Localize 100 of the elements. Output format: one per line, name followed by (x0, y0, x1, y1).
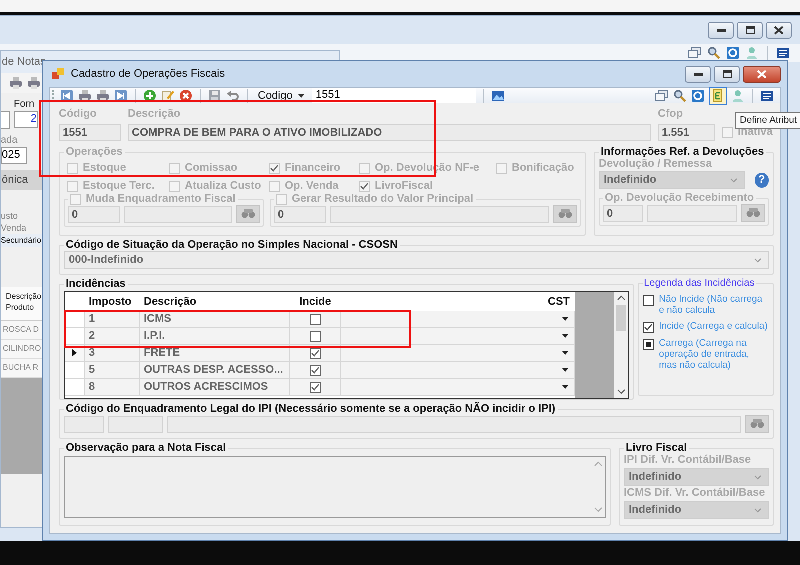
legend-text: Incide (Carrega e calcula) (659, 321, 768, 332)
table-cell: CILINDRO (1, 340, 42, 359)
skip-forward-icon[interactable] (114, 88, 128, 102)
text-field[interactable]: 2 (14, 111, 38, 128)
chevron-icon (754, 508, 762, 512)
row-header-cell[interactable] (65, 328, 85, 344)
checkbox[interactable] (310, 364, 320, 376)
tab[interactable]: ônica (1, 170, 42, 190)
text-field[interactable] (647, 204, 737, 222)
maximize-button[interactable] (737, 22, 763, 38)
field-label: ICMS Dif. Vr. Contábil/Base (624, 487, 766, 500)
column-header[interactable]: Imposto (85, 292, 140, 311)
printer-icon[interactable] (9, 76, 23, 90)
text-field[interactable]: 025 (1, 147, 27, 164)
checkbox-label: Op. Venda (285, 180, 339, 192)
delete-icon[interactable] (179, 88, 193, 102)
search-icon[interactable] (673, 88, 687, 102)
chevron-icon (754, 474, 762, 480)
row-header-cell[interactable] (65, 362, 85, 378)
text-field[interactable]: 0 (603, 204, 643, 222)
help-button[interactable]: ? (754, 172, 769, 188)
text-field[interactable] (108, 416, 163, 432)
window-title: Cadastro de Operações Fiscais (71, 68, 226, 80)
text-field[interactable] (64, 416, 104, 432)
group-title: Código de Situação da Operação no Simples Nacional - CSOSN (65, 239, 399, 251)
save-icon[interactable] (208, 88, 222, 102)
field-label: Código (59, 108, 98, 120)
close-button[interactable] (766, 22, 792, 38)
group-title: Incidências (65, 278, 127, 290)
group-title: Livro Fiscal (625, 442, 688, 454)
dropdown[interactable]: Indefinido (624, 501, 769, 519)
search-icon[interactable] (707, 46, 721, 60)
target-icon[interactable] (726, 46, 740, 60)
skip-back-icon[interactable] (60, 88, 74, 102)
search-field[interactable]: 1551 (312, 88, 476, 103)
lookup-button[interactable] (745, 415, 769, 433)
column-header[interactable]: CST (341, 292, 575, 311)
target-icon[interactable] (691, 88, 705, 102)
table-cell: 8 (85, 379, 140, 395)
checkbox[interactable] (310, 314, 320, 324)
checkbox-label: Muda Enquadramento Fiscal (86, 193, 236, 205)
table-cell: OUTROS ACRESCIMOS (140, 379, 290, 395)
menu-icon[interactable] (760, 88, 774, 102)
text-field[interactable]: COMPRA DE BEM PARA O ATIVO IMOBILIZADO (128, 124, 651, 140)
search-by-dropdown[interactable]: Codigo (255, 90, 308, 102)
maximize-button[interactable] (714, 66, 740, 82)
dropdown[interactable]: Indefinido (624, 468, 769, 486)
checkbox-label: Financeiro (285, 162, 341, 174)
windows-icon[interactable] (688, 46, 702, 60)
caret-icon (562, 334, 569, 338)
caret-icon (562, 385, 569, 389)
minimize-button[interactable] (708, 22, 734, 38)
caret-icon (562, 368, 569, 372)
close-button[interactable] (743, 66, 781, 82)
checkbox-label: Estoque Terc. (83, 180, 155, 192)
table-cell: 5 (85, 362, 140, 378)
scroll-thumb[interactable] (616, 305, 626, 331)
text-area[interactable] (64, 456, 606, 518)
text-field[interactable] (167, 416, 741, 432)
column-header[interactable]: Incide (290, 292, 341, 311)
text-field[interactable]: Secundário (1, 234, 42, 247)
table-cell: FRETE (140, 345, 290, 361)
edit-icon[interactable] (161, 88, 175, 102)
minimize-button[interactable] (685, 66, 711, 82)
table-cell: ROSCA D (1, 321, 42, 340)
checkbox-label: Atualiza Custo (185, 180, 262, 192)
define-attribute-button[interactable] (709, 86, 727, 104)
field-label: usto Venda (1, 210, 28, 234)
table-cell: OUTRAS DESP. ACESSO... (140, 362, 290, 378)
image-icon[interactable] (490, 88, 505, 102)
add-icon[interactable] (143, 88, 157, 102)
app-icon (51, 67, 65, 81)
legend-text: Carrega (Carrega na operação de entrada, mas não calcula) (659, 338, 750, 371)
text-field[interactable] (1, 111, 10, 129)
checkbox[interactable] (310, 382, 320, 392)
row-header-cell[interactable] (65, 379, 85, 395)
group-title: Operações (65, 146, 124, 158)
undo-icon[interactable] (226, 88, 240, 102)
menu-icon[interactable] (776, 46, 790, 60)
field-label: Cfop (658, 108, 684, 120)
column-header[interactable]: Descrição Produto (1, 287, 42, 321)
text-field[interactable]: 1551 (59, 124, 121, 140)
checkbox[interactable] (310, 348, 320, 358)
table-cell: I.P.I. (140, 328, 290, 344)
text-field[interactable]: 1.551 (658, 124, 715, 140)
checkbox-label: Estoque (83, 162, 126, 174)
table-cell: BUCHA R (1, 359, 42, 378)
checkbox[interactable] (310, 330, 320, 342)
dropdown[interactable]: Indefinido (599, 171, 745, 189)
printer-icon[interactable] (96, 88, 110, 102)
tooltip: Define Atribut (735, 112, 800, 129)
column-header[interactable]: Descrição (140, 292, 290, 311)
dropdown[interactable]: 000-Indefinido (64, 251, 769, 269)
lookup-button[interactable] (741, 204, 765, 222)
maximize-icon (746, 26, 754, 34)
maximize-icon (722, 70, 732, 78)
printer-icon[interactable] (27, 76, 41, 90)
chevron-icon (754, 258, 762, 262)
windows-icon[interactable] (655, 88, 669, 102)
printer-icon[interactable] (78, 88, 92, 102)
